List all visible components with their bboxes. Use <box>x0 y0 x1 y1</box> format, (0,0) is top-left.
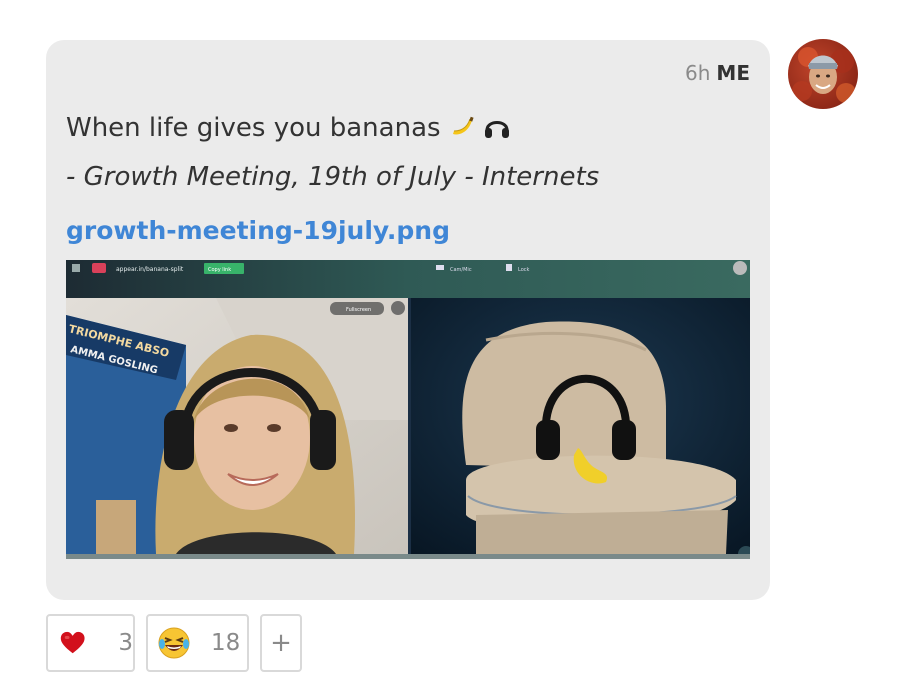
plus-icon: + <box>270 628 292 658</box>
fullscreen-label: Fullscreen <box>346 307 371 313</box>
reaction-heart-count: 3 <box>118 630 133 656</box>
preview-image: appear.in/banana-split Copy link Cam/Mic… <box>66 260 750 559</box>
reaction-laugh[interactable]: 18 <box>146 614 249 672</box>
copy-link-label: Copy link <box>208 267 231 273</box>
preview-avatar <box>733 261 747 275</box>
message-text: When life gives you bananas <box>66 113 511 143</box>
message-quote: - Growth Meeting, 19th of July - Interne… <box>66 162 600 192</box>
add-reaction-button[interactable]: + <box>260 614 302 672</box>
cam-mic-label: Cam/Mic <box>450 267 472 273</box>
lock-label: Lock <box>518 267 530 273</box>
message-bubble: 6h ME When life gives you bananas - Growt… <box>46 40 770 600</box>
avatar[interactable] <box>788 39 858 109</box>
preview-url: appear.in/banana-split <box>116 266 184 273</box>
headphones-icon <box>485 121 510 138</box>
heart-icon <box>60 631 85 654</box>
message-meta: 6h ME <box>685 61 750 85</box>
reaction-laugh-count: 18 <box>211 630 241 656</box>
attachment-link[interactable]: growth-meeting-19july.png <box>66 216 450 245</box>
message-text-content: When life gives you bananas <box>66 113 441 143</box>
user-photo <box>792 47 856 103</box>
reaction-heart[interactable]: 3 <box>46 614 135 672</box>
lock-icon <box>506 264 512 271</box>
camera-icon <box>436 265 444 270</box>
attachment-preview[interactable]: appear.in/banana-split Copy link Cam/Mic… <box>66 260 750 559</box>
laughing-emoji-icon <box>158 627 190 659</box>
message-time: 6h <box>685 61 711 85</box>
room-icon <box>92 263 106 273</box>
banana-icon <box>452 116 474 135</box>
message-author: ME <box>716 61 750 85</box>
grid-icon <box>72 264 80 272</box>
expand-icon <box>391 301 405 315</box>
